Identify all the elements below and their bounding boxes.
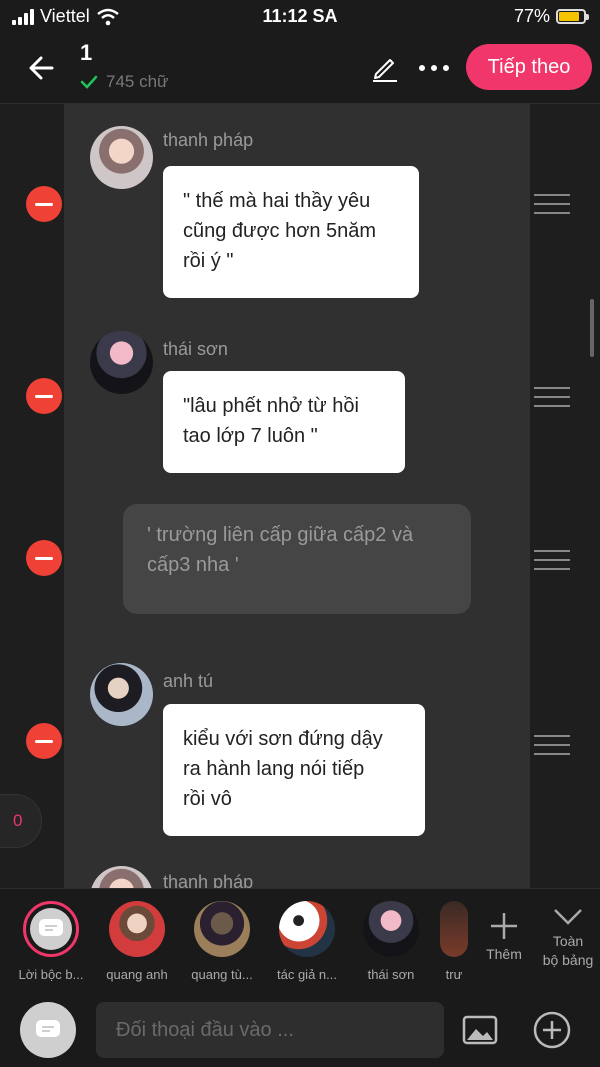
character-quang-anh[interactable]: quang anh [94, 901, 180, 982]
composer [0, 988, 600, 1067]
character-label: thái sơn [367, 967, 415, 982]
battery-percent: 77% [513, 6, 550, 26]
back-arrow-icon[interactable] [22, 48, 62, 88]
counter-badge[interactable]: 0 [0, 794, 42, 848]
character-quang-tu[interactable]: quang tù... [179, 901, 265, 982]
character-label: quang tù... [191, 967, 253, 982]
speaker-name: thanh pháp [163, 872, 254, 888]
character-narrator[interactable]: Lời bộc b... [8, 901, 94, 982]
drag-handle-icon[interactable] [534, 735, 570, 755]
dialog-input[interactable] [96, 1002, 444, 1058]
drag-handle-icon[interactable] [534, 550, 570, 570]
image-icon[interactable] [462, 1012, 498, 1048]
all-characters-label: Toàn [552, 933, 584, 949]
dialog-bubble[interactable]: " thế mà hai thầy yêu cũng được hơn 5năm… [163, 166, 419, 298]
avatar-thanh-phap[interactable] [90, 126, 153, 189]
clock: 11:12 SA [262, 6, 338, 26]
word-count-label: 745 chữ [106, 72, 169, 91]
minus-icon [35, 739, 53, 743]
character-strip: Lời bộc b... quang anh quang tù... tác g… [0, 888, 600, 988]
bubble-line: kiểu với sơn đứng dậy [183, 728, 383, 750]
speaker-name: thanh pháp [163, 130, 254, 150]
counter-value: 0 [13, 811, 23, 830]
minus-icon [35, 556, 53, 560]
add-character-label: Thêm [486, 946, 522, 962]
speaker-name: thái sơn [163, 339, 228, 359]
bubble-line: "lâu phết nhở từ hồi [183, 395, 359, 417]
speech-icon [36, 1020, 60, 1037]
avatar-anh-tu[interactable] [90, 663, 153, 726]
drag-handle-icon[interactable] [534, 194, 570, 214]
character-label: quang anh [106, 967, 168, 982]
all-characters-button[interactable]: Toàn bộ bảng [536, 905, 600, 970]
remove-message-button[interactable] [26, 723, 62, 759]
speaker-name: anh tú [163, 671, 214, 691]
character-partial[interactable]: trư [432, 901, 476, 982]
minus-icon [35, 394, 53, 398]
narration-bubble[interactable]: ' trường liên cấp giữa cấp2 và cấp3 nha … [123, 504, 471, 614]
bubble-line: tao lớp 7 luôn " [183, 425, 318, 447]
bubble-line: rồi ý " [183, 250, 234, 272]
character-label: trư [445, 967, 463, 982]
avatar [440, 901, 468, 957]
check-icon [80, 75, 98, 89]
remove-message-button[interactable] [26, 540, 62, 576]
battery-icon [556, 9, 589, 24]
avatar [363, 901, 419, 957]
avatar-thai-son[interactable] [90, 331, 153, 394]
narration-line: ' trường liên cấp giữa cấp2 và [147, 524, 414, 546]
add-character-button[interactable]: Thêm [480, 909, 528, 962]
speech-icon [39, 919, 63, 936]
character-label: tác giả n... [277, 967, 337, 982]
minus-icon [35, 202, 53, 206]
remove-message-button[interactable] [26, 186, 62, 222]
next-button[interactable]: Tiếp theo [466, 44, 592, 90]
avatar [194, 901, 250, 957]
character-label: Lời bộc b... [18, 967, 84, 982]
pencil-icon[interactable] [368, 50, 402, 84]
avatar [279, 901, 335, 957]
word-count: 745 chữ [80, 72, 168, 92]
speaker-toggle-button[interactable] [20, 1002, 76, 1058]
story-editor: thanh pháp " thế mà hai thầy yêu cũng đư… [0, 104, 600, 888]
battery-group: 77% [513, 6, 589, 27]
remove-message-button[interactable] [26, 378, 62, 414]
character-thai-son[interactable]: thái sơn [348, 901, 434, 982]
character-author[interactable]: tác giả n... [264, 901, 350, 982]
narration-line: cấp3 nha ' [147, 554, 239, 576]
plus-circle-icon[interactable] [532, 1010, 572, 1050]
chapter-title: 1 [80, 40, 93, 65]
chevron-down-icon [554, 909, 582, 925]
status-bar: Viettel 11:12 SA 77% [0, 0, 600, 34]
bubble-line: cũng được hơn 5năm [183, 220, 377, 242]
top-bar: 1 745 chữ Tiếp theo [0, 34, 600, 104]
bubble-line: ra hành lang nói tiếp [183, 758, 365, 780]
avatar [109, 901, 165, 957]
bubble-line: " thế mà hai thầy yêu [183, 190, 371, 212]
more-icon[interactable] [414, 54, 454, 82]
all-characters-label: bộ bảng [542, 952, 594, 968]
plus-icon [491, 913, 517, 939]
dialog-bubble[interactable]: kiểu với sơn đứng dậy ra hành lang nói t… [163, 704, 425, 836]
dialog-bubble[interactable]: "lâu phết nhở từ hồi tao lớp 7 luôn " [163, 371, 405, 473]
avatar [23, 901, 79, 957]
bubble-line: rồi vô [183, 788, 232, 810]
drag-handle-icon[interactable] [534, 387, 570, 407]
scrollbar[interactable] [590, 299, 594, 357]
